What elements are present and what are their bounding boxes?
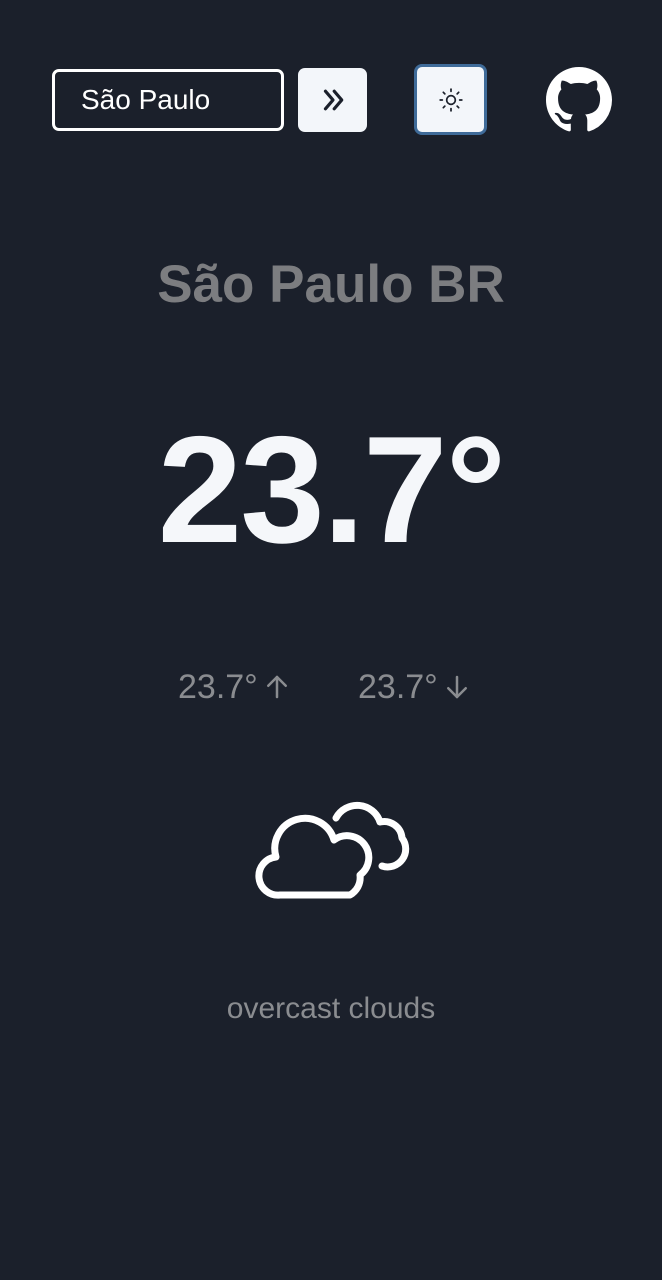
max-temperature: 23.7° — [178, 662, 292, 712]
theme-toggle-button[interactable] — [414, 64, 487, 135]
top-bar — [0, 0, 662, 170]
clouds-icon — [255, 801, 410, 899]
current-temperature: 23.7° — [157, 405, 507, 575]
arrow-up-icon — [266, 675, 287, 699]
sun-icon — [438, 87, 463, 112]
city-name: São Paulo BR — [157, 255, 505, 314]
min-max-row: 23.7° 23.7° — [0, 662, 662, 712]
min-temperature-value: 23.7° — [358, 668, 438, 706]
chevrons-right-icon — [323, 89, 343, 111]
search-submit-button[interactable] — [298, 68, 367, 132]
min-temperature: 23.7° — [358, 662, 472, 712]
arrow-down-icon — [446, 675, 467, 699]
github-link[interactable] — [546, 67, 612, 133]
city-search-input[interactable] — [52, 69, 284, 131]
github-icon — [546, 67, 612, 132]
weather-description: overcast clouds — [226, 992, 436, 1025]
max-temperature-value: 23.7° — [178, 668, 258, 706]
